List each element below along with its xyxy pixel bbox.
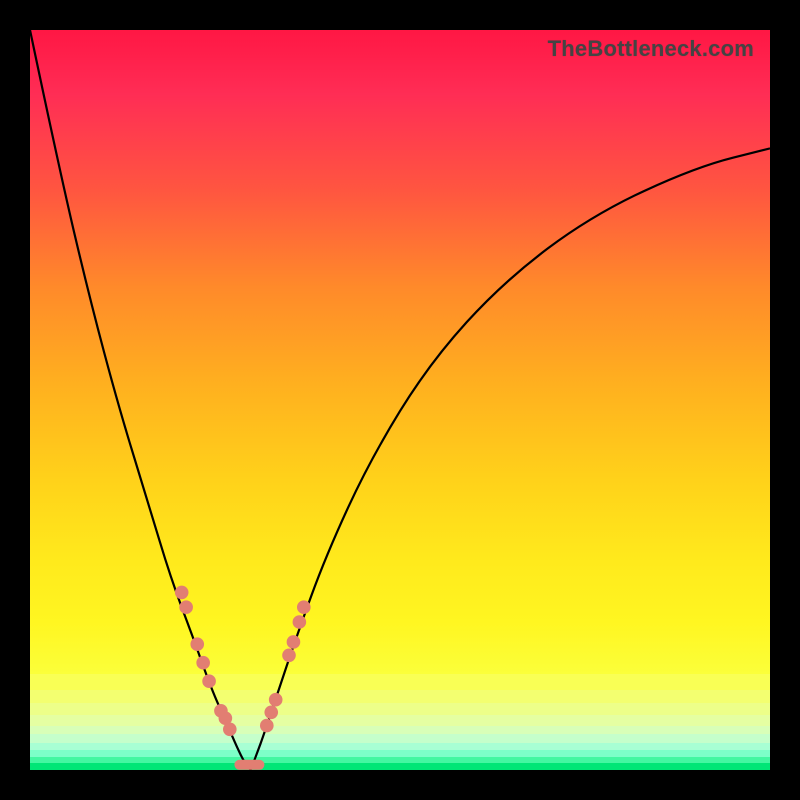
data-point xyxy=(269,693,283,707)
data-point xyxy=(179,600,193,614)
data-point xyxy=(223,723,237,737)
data-point xyxy=(293,615,307,629)
data-point xyxy=(282,649,296,663)
data-point xyxy=(202,674,216,688)
data-point xyxy=(297,600,311,614)
data-markers xyxy=(175,586,311,736)
chart-svg xyxy=(30,30,770,770)
data-point xyxy=(264,705,278,719)
data-point xyxy=(175,586,189,600)
right-curve xyxy=(251,148,770,770)
data-point xyxy=(260,719,274,733)
data-point xyxy=(190,637,204,651)
left-curve xyxy=(30,30,251,770)
plot-area: TheBottleneck.com xyxy=(30,30,770,770)
data-point xyxy=(196,656,210,670)
chart-container: TheBottleneck.com xyxy=(0,0,800,800)
data-point xyxy=(287,635,301,649)
watermark-text: TheBottleneck.com xyxy=(548,36,754,62)
